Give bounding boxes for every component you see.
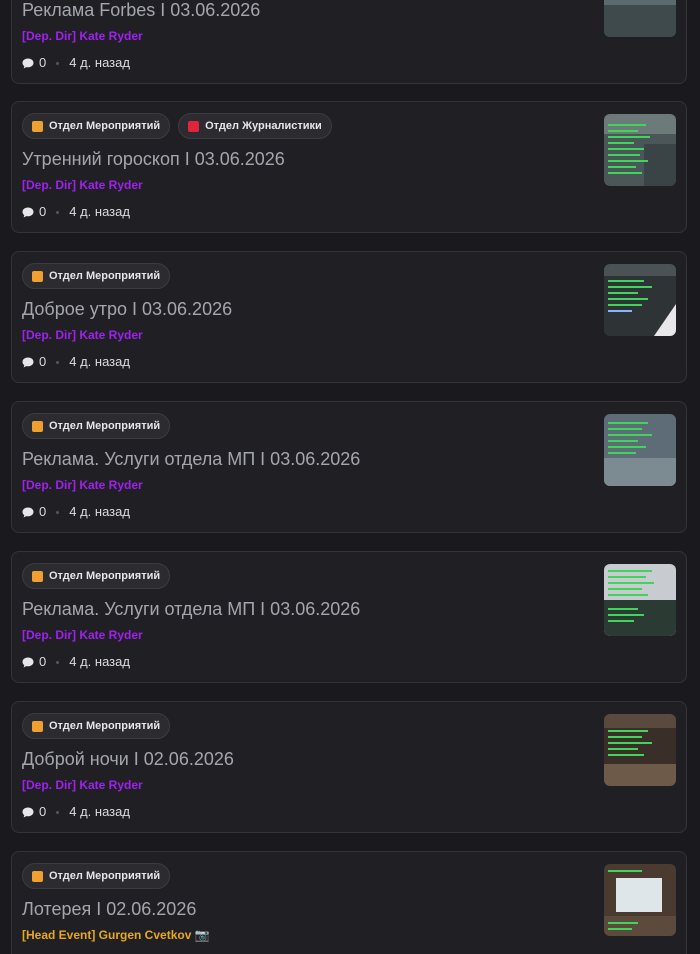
- tag-label: Отдел Мероприятий: [49, 120, 161, 132]
- tag-events-department[interactable]: Отдел Мероприятий: [22, 113, 171, 139]
- separator-dot: [56, 61, 60, 65]
- forum-post-card[interactable]: Отдел Мероприятий Отдел Журналистики Утр…: [11, 101, 687, 233]
- tag-events-department[interactable]: Отдел Мероприятий: [22, 713, 171, 739]
- post-title[interactable]: Доброе утро I 03.06.2026: [22, 297, 582, 321]
- post-author[interactable]: [Dep. Dir] Kate Ryder: [22, 477, 143, 493]
- post-author[interactable]: [Dep. Dir] Kate Ryder: [22, 777, 143, 793]
- forum-post-feed: Реклама Forbes I 03.06.2026 [Dep. Dir] K…: [0, 0, 700, 954]
- separator-dot: [56, 810, 60, 814]
- speech-bubble-icon: [22, 207, 34, 217]
- speech-bubble-icon: [22, 807, 34, 817]
- comment-count: 0: [39, 654, 47, 669]
- separator-dot: [56, 210, 60, 214]
- post-thumbnail[interactable]: [604, 714, 676, 786]
- post-title[interactable]: Реклама. Услуги отдела МП I 03.06.2026: [22, 447, 582, 471]
- post-meta: 0 4 д. назад: [22, 654, 130, 670]
- comment-count: 0: [39, 504, 47, 519]
- comment-count: 0: [39, 204, 47, 219]
- game-screenshot-thumbnail: [604, 114, 676, 186]
- forum-post-card[interactable]: Реклама Forbes I 03.06.2026 [Dep. Dir] K…: [11, 0, 687, 84]
- tag-events-department[interactable]: Отдел Мероприятий: [22, 563, 171, 589]
- game-screenshot-thumbnail: [604, 564, 676, 636]
- tag-label: Отдел Журналистики: [205, 120, 322, 132]
- forum-post-card[interactable]: Отдел Мероприятий Доброе утро I 03.06.20…: [11, 251, 687, 383]
- post-author[interactable]: [Dep. Dir] Kate Ryder: [22, 327, 143, 343]
- post-time: 4 д. назад: [69, 204, 130, 219]
- game-screenshot-thumbnail: [604, 714, 676, 786]
- comment-count: 0: [39, 354, 47, 369]
- forum-post-card[interactable]: Отдел Мероприятий Реклама. Услуги отдела…: [11, 401, 687, 533]
- tag-label: Отдел Мероприятий: [49, 570, 161, 582]
- game-screenshot-thumbnail: [604, 864, 676, 936]
- red-book-icon: [188, 120, 200, 132]
- tag-label: Отдел Мероприятий: [49, 720, 161, 732]
- post-time: 4 д. назад: [69, 804, 130, 819]
- forum-post-card[interactable]: Отдел Мероприятий Реклама. Услуги отдела…: [11, 551, 687, 683]
- tag-events-department[interactable]: Отдел Мероприятий: [22, 263, 171, 289]
- post-title[interactable]: Лотерея I 02.06.2026: [22, 897, 582, 921]
- game-screenshot-thumbnail: [604, 0, 676, 37]
- orange-square-icon: [32, 120, 43, 132]
- tag-label: Отдел Мероприятий: [49, 870, 161, 882]
- orange-square-icon: [32, 570, 43, 582]
- post-thumbnail[interactable]: [604, 114, 676, 186]
- forum-post-card[interactable]: Отдел Мероприятий Лотерея I 02.06.2026 […: [11, 851, 687, 954]
- post-title[interactable]: Утренний гороскоп I 03.06.2026: [22, 147, 582, 171]
- game-screenshot-thumbnail: [604, 264, 676, 336]
- speech-bubble-icon: [22, 507, 34, 517]
- orange-square-icon: [32, 270, 43, 282]
- game-screenshot-thumbnail: [604, 414, 676, 486]
- post-time: 4 д. назад: [69, 354, 130, 369]
- orange-square-icon: [32, 420, 43, 432]
- post-tags: Отдел Мероприятий: [22, 863, 171, 889]
- post-tags: Отдел Мероприятий: [22, 713, 171, 739]
- post-author[interactable]: [Dep. Dir] Kate Ryder: [22, 28, 143, 44]
- post-title[interactable]: Реклама Forbes I 03.06.2026: [22, 0, 582, 22]
- comment-count: 0: [39, 55, 47, 70]
- post-meta: 0 4 д. назад: [22, 55, 130, 71]
- post-tags: Отдел Мероприятий Отдел Журналистики: [22, 113, 332, 139]
- post-time: 4 д. назад: [69, 504, 130, 519]
- orange-square-icon: [32, 870, 43, 882]
- post-time: 4 д. назад: [69, 654, 130, 669]
- tag-events-department[interactable]: Отдел Мероприятий: [22, 863, 171, 889]
- speech-bubble-icon: [22, 657, 34, 667]
- post-thumbnail[interactable]: [604, 0, 676, 37]
- post-author[interactable]: [Dep. Dir] Kate Ryder: [22, 627, 143, 643]
- tag-journalism-department[interactable]: Отдел Журналистики: [178, 113, 332, 139]
- post-title[interactable]: Реклама. Услуги отдела МП I 03.06.2026: [22, 597, 582, 621]
- post-title[interactable]: Доброй ночи I 02.06.2026: [22, 747, 582, 771]
- speech-bubble-icon: [22, 357, 34, 367]
- post-author[interactable]: [Head Event] Gurgen Cvetkov 📷: [22, 927, 210, 943]
- post-thumbnail[interactable]: [604, 864, 676, 936]
- post-tags: Отдел Мероприятий: [22, 563, 171, 589]
- tag-label: Отдел Мероприятий: [49, 270, 161, 282]
- forum-post-card[interactable]: Отдел Мероприятий Доброй ночи I 02.06.20…: [11, 701, 687, 833]
- post-tags: Отдел Мероприятий: [22, 263, 171, 289]
- speech-bubble-icon: [22, 58, 34, 68]
- post-thumbnail[interactable]: [604, 264, 676, 336]
- post-meta: 0 4 д. назад: [22, 354, 130, 370]
- post-meta: 0 4 д. назад: [22, 204, 130, 220]
- post-meta: 0 4 д. назад: [22, 504, 130, 520]
- post-time: 4 д. назад: [69, 55, 130, 70]
- comment-count: 0: [39, 804, 47, 819]
- tag-events-department[interactable]: Отдел Мероприятий: [22, 413, 171, 439]
- separator-dot: [56, 360, 60, 364]
- post-author[interactable]: [Dep. Dir] Kate Ryder: [22, 177, 143, 193]
- post-meta: 0 4 д. назад: [22, 804, 130, 820]
- post-thumbnail[interactable]: [604, 414, 676, 486]
- separator-dot: [56, 660, 60, 664]
- orange-square-icon: [32, 720, 43, 732]
- post-tags: Отдел Мероприятий: [22, 413, 171, 439]
- tag-label: Отдел Мероприятий: [49, 420, 161, 432]
- post-thumbnail[interactable]: [604, 564, 676, 636]
- separator-dot: [56, 510, 60, 514]
